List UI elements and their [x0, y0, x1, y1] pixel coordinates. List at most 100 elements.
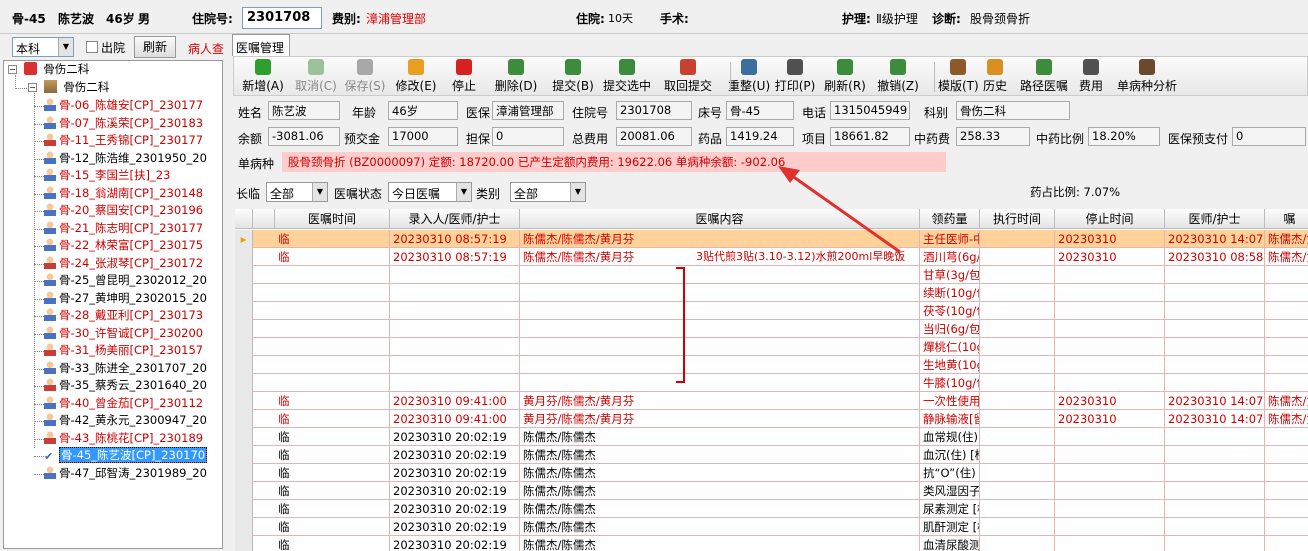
table-row[interactable]: 续断(10g/包)[1000g]10g — [235, 284, 1308, 302]
tree-patient-item[interactable]: 骨-27_黄坤明_2302015_20 — [44, 290, 207, 307]
toolbar-button-15[interactable]: 路径医嘱 — [1018, 59, 1070, 95]
row-header[interactable]: ▸ — [235, 230, 253, 248]
tree-patient-item[interactable]: 骨-35_蔡秀云_2301640_20 — [44, 377, 207, 394]
toolbar-button-3[interactable]: 修改(E) — [394, 59, 438, 95]
tree-patient-item[interactable]: 骨-31_杨美丽[CP]_230157 — [44, 342, 203, 359]
toolbar-button-1[interactable]: 取消(C) — [294, 59, 338, 95]
toolbar-button-2[interactable]: 保存(S) — [344, 59, 386, 95]
row-header[interactable] — [235, 482, 253, 500]
row-header[interactable] — [235, 320, 253, 338]
grid-column-header[interactable]: 医嘱时间 — [275, 209, 390, 229]
toolbar-button-0[interactable]: 新增(A) — [242, 59, 284, 95]
table-row[interactable]: 临20230310 08:57:19陈儒杰/陈儒杰/黄月芬酒川芎(6g/包)[1… — [235, 248, 1308, 266]
table-row[interactable]: 临20230310 20:02:19陈儒杰/陈儒杰类风湿因子(RF)测定 [检验… — [235, 482, 1308, 500]
table-row[interactable]: 牛膝(10g/包)[1000g]10g — [235, 374, 1308, 392]
row-header[interactable] — [235, 338, 253, 356]
table-row[interactable]: 临20230310 20:02:19陈儒杰/陈儒杰尿素测定 [检验科] — [235, 500, 1308, 518]
tree-patient-item[interactable]: 骨-21_陈志明[CP]_230177 — [44, 220, 203, 237]
row-header[interactable] — [235, 392, 253, 410]
table-row[interactable]: 燀桃仁(10g/包)[1000g]10g — [235, 338, 1308, 356]
row-header[interactable] — [235, 356, 253, 374]
tree-patient-item[interactable]: 骨-42_黄永元_2300947_20 — [44, 412, 207, 429]
toolbar-button-6[interactable]: 提交(B) — [552, 59, 594, 95]
chevron-down-icon[interactable]: ▼ — [312, 183, 327, 201]
discharge-checkbox[interactable] — [86, 41, 98, 53]
table-row[interactable]: 临20230310 20:02:19陈儒杰/陈儒杰血清尿酸测定 [检验科] — [235, 536, 1308, 551]
tree-patient-item[interactable]: 骨-30_许智诚[CP]_230200 — [44, 325, 203, 342]
toolbar-button-10[interactable]: 打印(P) — [774, 59, 816, 95]
table-row[interactable]: 当归(6g/包)[1000g]6g — [235, 320, 1308, 338]
chevron-down-icon[interactable]: ▼ — [570, 183, 585, 201]
row-header[interactable] — [235, 428, 253, 446]
grid-column-header[interactable]: 领药量 — [920, 209, 980, 229]
row-header[interactable] — [235, 410, 253, 428]
table-row[interactable]: 临20230310 09:41:00黄月芬/陈儒杰/黄月芬一次性使用静脉留置针(… — [235, 392, 1308, 410]
tree-patient-item[interactable]: 骨-43_陈桃花[CP]_230189 — [44, 430, 203, 447]
tree-patient-item[interactable]: 骨-18_翁湖南[CP]_230148 — [44, 185, 203, 202]
row-header[interactable] — [235, 518, 253, 536]
tree-patient-item[interactable]: 骨-11_王秀锦[CP]_230177 — [44, 132, 203, 149]
filter-type-select[interactable]: 全部 ▼ — [266, 182, 328, 202]
order-grid[interactable]: 医嘱时间 录入人/医师/护士 医嘱内容 领药量 执行时间 停止时间 医师/护士嘱 ▸ 临 2023… — [235, 209, 1308, 551]
tree-patient-item[interactable]: 骨-15_李国兰[扶]_23 — [44, 167, 170, 184]
toolbar-button-9[interactable]: 重整(U) — [728, 59, 770, 95]
row-header[interactable] — [235, 536, 253, 551]
tree-patient-item[interactable]: 骨-22_林荣富[CP]_230175 — [44, 237, 203, 254]
row-header[interactable] — [235, 284, 253, 302]
tree-root[interactable]: − 骨伤二科 — [8, 61, 89, 78]
row-header[interactable] — [235, 464, 253, 482]
table-row[interactable]: 临20230310 20:02:19陈儒杰/陈儒杰抗“O”(住) [检验科] — [235, 464, 1308, 482]
grid-column-header[interactable]: 医嘱内容 — [520, 209, 920, 229]
grid-column-header[interactable]: 嘱 — [1265, 209, 1308, 229]
row-header[interactable] — [235, 446, 253, 464]
toolbar-button-14[interactable]: 历史 — [978, 59, 1012, 95]
filter-category-select[interactable]: 全部 ▼ — [510, 182, 586, 202]
chevron-down-icon[interactable]: ▼ — [58, 38, 73, 56]
collapse-icon[interactable]: − — [28, 83, 37, 92]
table-row[interactable]: 生地黄(10g/包)[10g/包]10g — [235, 356, 1308, 374]
tree-patient-item[interactable]: 骨-47_邱智涛_2301989_20 — [44, 465, 207, 482]
patient-tree[interactable]: − 骨伤二科 − 骨伤二科 骨-06_陈雄安[CP]_230177 骨-07_陈溪… — [3, 60, 223, 549]
tree-patient-item[interactable]: 骨-28_戴亚利[CP]_230173 — [44, 307, 203, 324]
toolbar-button-17[interactable]: 单病种分析 — [1114, 59, 1180, 95]
grid-column-header[interactable]: 停止时间 — [1055, 209, 1165, 229]
table-row[interactable]: ▸ 临20230310 08:57:19陈儒杰/陈儒杰/黄月芬主任医师-中医辨证论… — [235, 230, 1308, 248]
grid-column-header[interactable]: 执行时间 — [980, 209, 1055, 229]
toolbar-button-12[interactable]: 撤销(Z) — [874, 59, 922, 95]
chevron-down-icon[interactable]: ▼ — [456, 183, 471, 201]
row-header[interactable] — [235, 248, 253, 266]
row-header[interactable] — [235, 266, 253, 284]
refresh-button[interactable]: 刷新 — [134, 36, 176, 58]
tree-patient-item[interactable]: 骨-40_曾金茄[CP]_230112 — [44, 395, 203, 412]
toolbar-button-13[interactable]: 模版(T) — [938, 59, 979, 95]
row-header[interactable] — [235, 302, 253, 320]
filter-status-select[interactable]: 今日医嘱 ▼ — [388, 182, 472, 202]
row-header[interactable] — [235, 374, 253, 392]
table-row[interactable]: 茯苓(10g/包)[1000g]10g — [235, 302, 1308, 320]
patient-search-link[interactable]: 病人查 — [188, 40, 226, 57]
table-row[interactable]: 临20230310 09:41:00黄月芬/陈儒杰/黄月芬静脉输液[留置静脉针]… — [235, 410, 1308, 428]
table-row[interactable]: 临20230310 20:02:19陈儒杰/陈儒杰血沉(住) [检验科] — [235, 446, 1308, 464]
tree-patient-item[interactable]: 骨-07_陈溪荣[CP]_230183 — [44, 115, 203, 132]
table-row[interactable]: 临20230310 20:02:19陈儒杰/陈儒杰肌酐测定 [检验科] — [235, 518, 1308, 536]
tree-patient-item[interactable]: 骨-24_张淑琴[CP]_230172 — [44, 255, 203, 272]
toolbar-button-7[interactable]: 提交选中 — [602, 59, 652, 95]
grid-column-header[interactable]: 录入人/医师/护士 — [390, 209, 520, 229]
dept-select[interactable]: 本科 ▼ — [12, 37, 74, 57]
tree-patient-item[interactable]: 骨-06_陈雄安[CP]_230177 — [44, 97, 203, 114]
table-row[interactable]: 甘草(3g/包)[3g/包]3g — [235, 266, 1308, 284]
grid-column-header[interactable]: 医师/护士 — [1165, 209, 1265, 229]
tree-patient-item[interactable]: ✔ 骨-45_陈艺波[CP]_230170 — [44, 447, 208, 464]
tree-patient-item[interactable]: 骨-25_曾昆明_2302012_20 — [44, 272, 207, 289]
row-header[interactable] — [235, 500, 253, 518]
table-row[interactable]: 临20230310 20:02:19陈儒杰/陈儒杰血常规(住) [检验科] — [235, 428, 1308, 446]
toolbar-button-16[interactable]: 费用 — [1074, 59, 1108, 95]
tab-order-management[interactable]: 医嘱管理 — [232, 34, 290, 56]
tree-patient-item[interactable]: 骨-20_蔡国安[CP]_230196 — [44, 202, 203, 219]
tree-group[interactable]: − 骨伤二科 — [28, 79, 109, 96]
toolbar-button-4[interactable]: 停止 — [446, 59, 482, 95]
tree-patient-item[interactable]: 骨-33_陈进全_2301707_20 — [44, 360, 207, 377]
toolbar-button-11[interactable]: 刷新(R) — [824, 59, 866, 95]
toolbar-button-5[interactable]: 删除(D) — [490, 59, 542, 95]
toolbar-button-8[interactable]: 取回提交 — [660, 59, 716, 95]
